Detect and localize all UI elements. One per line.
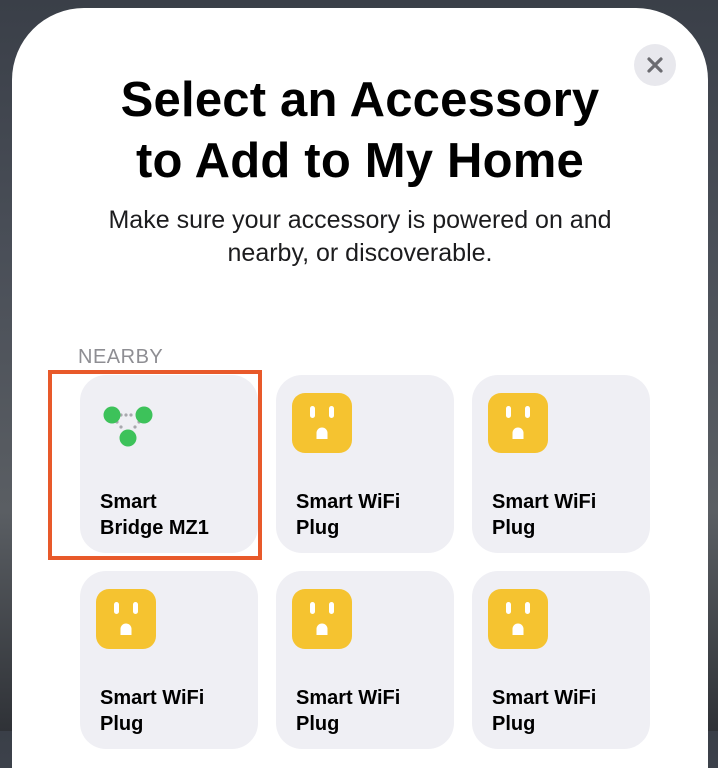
- accessory-tile-smart-bridge[interactable]: Smart Bridge MZ1: [80, 375, 258, 553]
- plug-icon: [96, 589, 156, 649]
- accessory-tile-smart-wifi-plug[interactable]: Smart WiFi Plug: [276, 571, 454, 749]
- tile-label-line-1: Smart: [100, 491, 157, 513]
- plug-icon: [292, 393, 352, 453]
- title-line-1: Select an Accessory: [120, 73, 600, 127]
- tile-label: Smart WiFi Plug: [296, 685, 446, 737]
- accessory-tile-smart-wifi-plug[interactable]: Smart WiFi Plug: [472, 571, 650, 749]
- accessory-tile-smart-wifi-plug[interactable]: Smart WiFi Plug: [80, 571, 258, 749]
- accessory-tile-smart-wifi-plug[interactable]: Smart WiFi Plug: [472, 375, 650, 553]
- tile-label-line-2: Plug: [296, 517, 340, 539]
- bridge-icon: [103, 406, 153, 447]
- plug-icon: [488, 589, 548, 649]
- subtitle-line-1: Make sure your accessory is powered on a…: [108, 206, 612, 234]
- subtitle-line-2: nearby, or discoverable.: [227, 239, 493, 267]
- tile-label-line-1: Smart WiFi: [296, 491, 401, 513]
- tile-label-line-1: Smart WiFi: [100, 687, 205, 709]
- page-subtitle: Make sure your accessory is powered on a…: [12, 204, 708, 270]
- tile-label-line-1: Smart WiFi: [296, 687, 401, 709]
- plug-icon: [292, 589, 352, 649]
- tile-label: Smart WiFi Plug: [296, 489, 446, 541]
- tile-label-line-2: Plug: [492, 517, 536, 539]
- plug-icon: [488, 393, 548, 453]
- tile-label-line-2: Plug: [100, 713, 144, 735]
- tile-label-line-2: Bridge MZ1: [100, 517, 209, 539]
- tile-label: Smart WiFi Plug: [492, 685, 642, 737]
- section-label-nearby: NEARBY: [78, 346, 164, 368]
- accessory-tile-smart-wifi-plug[interactable]: Smart WiFi Plug: [276, 375, 454, 553]
- tile-label: Smart Bridge MZ1: [100, 489, 250, 541]
- page-title: Select an Accessory to Add to My Home: [12, 70, 708, 192]
- add-accessory-sheet: Select an Accessory to Add to My Home Ma…: [12, 8, 708, 768]
- tile-label: Smart WiFi Plug: [100, 685, 250, 737]
- tile-label-line-1: Smart WiFi: [492, 491, 597, 513]
- tile-label-line-2: Plug: [492, 713, 536, 735]
- tile-label-line-1: Smart WiFi: [492, 687, 597, 709]
- tile-label: Smart WiFi Plug: [492, 489, 642, 541]
- tile-label-line-2: Plug: [296, 713, 340, 735]
- title-line-2: to Add to My Home: [136, 134, 584, 188]
